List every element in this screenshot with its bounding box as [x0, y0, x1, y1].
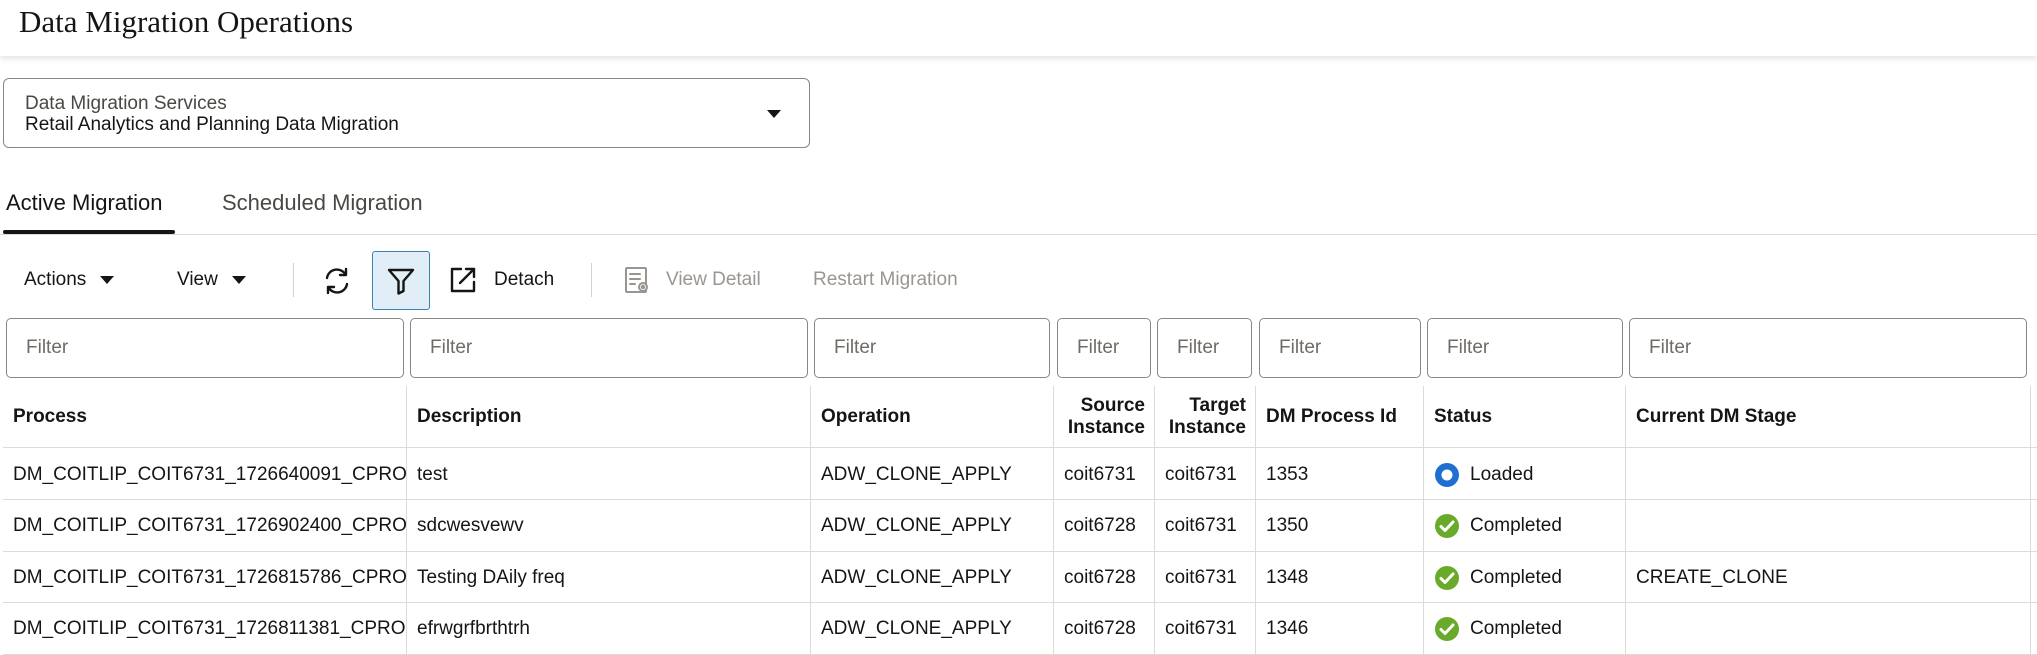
target-instance-cell: coit6731 [1165, 566, 1237, 588]
view-detail-button[interactable]: View Detail [622, 250, 761, 310]
page-header: Data Migration Operations [0, 0, 2037, 56]
process-cell: DM_COITLIP_COIT6731_1726902400_CPRO… [13, 515, 406, 536]
process-cell: DM_COITLIP_COIT6731_1726815786_CPRO… [13, 566, 406, 588]
dm-process-id-cell: 1346 [1266, 618, 1309, 639]
column-header-description[interactable]: Description [407, 386, 810, 448]
column-header-operation[interactable]: Operation [811, 386, 1053, 448]
data-migration-services-select[interactable]: Data Migration Services Retail Analytics… [3, 78, 810, 148]
column-header-dm-process-id[interactable]: DM Process Id [1256, 386, 1423, 448]
tab-active-migration[interactable]: Active Migration [6, 190, 163, 235]
status-label: Loaded [1470, 463, 1534, 485]
status-cell: Completed [1424, 604, 1625, 655]
process-cell: DM_COITLIP_COIT6731_1726811381_CPROC… [13, 618, 406, 639]
view-detail-icon [625, 267, 648, 293]
status-label: Completed [1470, 566, 1562, 588]
service-select-label: Data Migration Services [25, 93, 227, 114]
source-instance-cell: coit6731 [1064, 463, 1136, 485]
check-circle-icon [1435, 617, 1459, 641]
actions-menu-button[interactable]: Actions [24, 250, 115, 310]
view-menu-button[interactable]: View [177, 250, 246, 310]
process-filter-input[interactable] [6, 318, 404, 378]
active-tab-indicator [3, 230, 175, 234]
source-instance-cell: coit6728 [1064, 566, 1136, 588]
description-cell: test [417, 463, 448, 485]
target-header-line-2: Instance [1168, 417, 1246, 438]
current-dm-stage-cell [1626, 501, 2030, 552]
column-header-current-dm-stage[interactable]: Current DM Stage [1626, 386, 2030, 448]
source-header-line-1: Source [1080, 394, 1145, 416]
target-instance-cell: coit6731 [1165, 515, 1237, 536]
current-dm-stage-cell: CREATE_CLONE [1636, 566, 1788, 588]
description-filter-input[interactable] [410, 318, 808, 378]
status-label: Completed [1470, 515, 1562, 536]
actions-label: Actions [24, 269, 87, 290]
detach-label: Detach [494, 269, 555, 290]
target-instance-cell: coit6731 [1165, 618, 1237, 639]
toolbar-divider [293, 263, 294, 297]
detach-button[interactable]: Detach [448, 250, 554, 310]
table-row[interactable]: DM_COITLIP_COIT6731_1726811381_CPROC… efr… [3, 604, 2037, 655]
source-header-line-2: Instance [1067, 417, 1145, 438]
description-cell: sdcwesvewv [417, 515, 524, 536]
restart-migration-label: Restart Migration [813, 269, 958, 290]
service-select-value: Retail Analytics and Planning Data Migra… [25, 114, 399, 135]
table-header-row: Process Description Operation Source Ins… [3, 386, 2037, 448]
current-dm-stage-filter-input[interactable] [1629, 318, 2027, 378]
source-instance-cell: coit6728 [1064, 515, 1136, 536]
column-header-process[interactable]: Process [3, 386, 406, 448]
check-circle-icon [1435, 565, 1459, 590]
column-header-source-instance[interactable]: Source Instance [1054, 386, 1154, 448]
check-circle-icon [1435, 514, 1459, 538]
description-cell: Testing DAily freq [417, 566, 565, 588]
view-detail-label: View Detail [666, 269, 761, 290]
status-cell: Completed [1424, 501, 1625, 552]
table-row[interactable]: DM_COITLIP_COIT6731_1726902400_CPRO… sdcw… [3, 501, 2037, 552]
restart-migration-button[interactable]: Restart Migration [813, 250, 958, 310]
table-row[interactable]: DM_COITLIP_COIT6731_1726815786_CPRO… Test… [3, 552, 2037, 603]
source-instance-cell: coit6728 [1064, 618, 1136, 639]
column-header-status[interactable]: Status [1424, 386, 1625, 448]
tab-scheduled-migration[interactable]: Scheduled Migration [222, 190, 423, 235]
chevron-down-icon [231, 276, 246, 284]
table-row[interactable]: DM_COITLIP_COIT6731_1726640091_CPRO… test… [3, 449, 2037, 500]
status-cell: Loaded [1424, 449, 1625, 500]
refresh-button[interactable] [308, 251, 366, 310]
page-title: Data Migration Operations [19, 4, 354, 39]
operation-filter-input[interactable] [814, 318, 1050, 378]
view-label: View [177, 269, 218, 290]
chevron-down-icon [100, 276, 115, 284]
target-instance-cell: coit6731 [1165, 463, 1237, 485]
dm-process-id-cell: 1350 [1266, 515, 1309, 536]
current-dm-stage-cell [1626, 449, 2030, 500]
operation-cell: ADW_CLONE_APPLY [821, 463, 1012, 485]
loaded-status-icon [1435, 462, 1459, 487]
dm-process-id-filter-input[interactable] [1259, 318, 1421, 378]
process-cell: DM_COITLIP_COIT6731_1726640091_CPRO… [13, 463, 406, 485]
table-toolbar: Actions View Detach View Detail Restart … [0, 250, 2037, 312]
status-filter-input[interactable] [1427, 318, 1623, 378]
migration-tabs: Active Migration Scheduled Migration [0, 180, 2037, 235]
chevron-down-icon[interactable] [767, 110, 781, 118]
column-header-target-instance[interactable]: Target Instance [1155, 386, 1255, 448]
current-dm-stage-cell [1626, 604, 2030, 655]
description-cell: efrwgrfbrthtrh [417, 618, 530, 639]
operation-cell: ADW_CLONE_APPLY [821, 618, 1012, 639]
dm-process-id-cell: 1353 [1266, 463, 1309, 485]
refresh-icon [325, 267, 349, 294]
status-cell: Completed [1424, 552, 1625, 603]
toolbar-divider [591, 263, 592, 297]
operation-cell: ADW_CLONE_APPLY [821, 515, 1012, 536]
target-instance-filter-input[interactable] [1157, 318, 1252, 378]
operation-cell: ADW_CLONE_APPLY [821, 566, 1012, 588]
detach-icon [450, 267, 476, 293]
filter-toggle-button[interactable] [372, 251, 430, 310]
target-header-line-1: Target [1189, 394, 1246, 416]
source-instance-filter-input[interactable] [1057, 318, 1151, 378]
filter-icon [387, 268, 415, 295]
dm-process-id-cell: 1348 [1266, 566, 1309, 588]
status-label: Completed [1470, 618, 1562, 639]
